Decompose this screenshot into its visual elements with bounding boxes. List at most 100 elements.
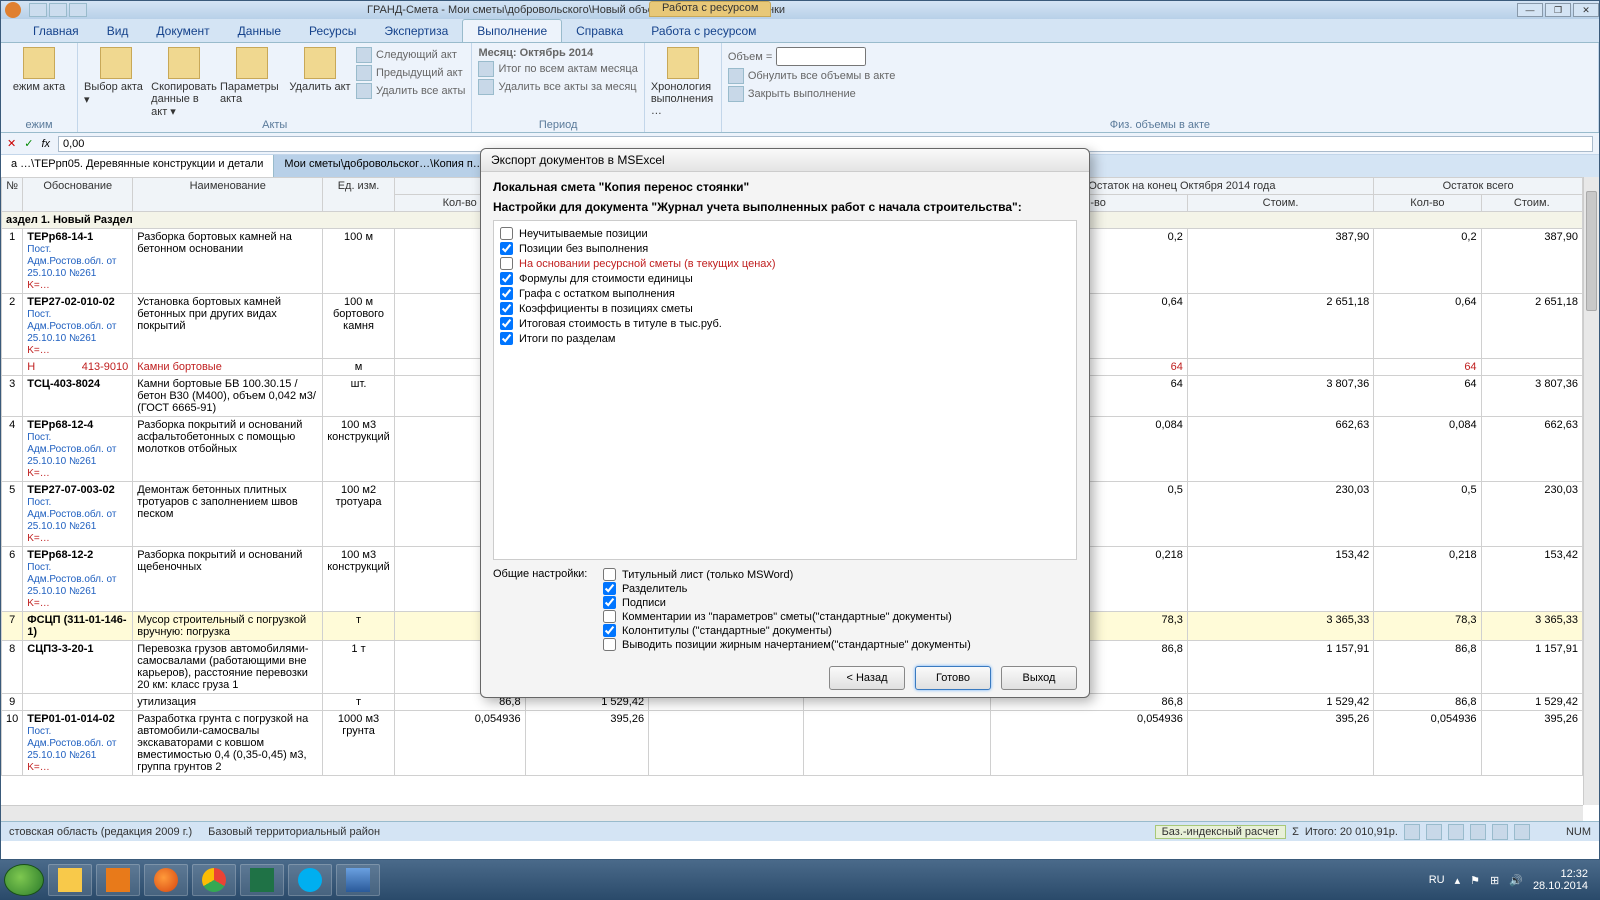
- zero-volumes-button[interactable]: Обнулить все объемы в акте: [728, 68, 896, 84]
- copy-data-button[interactable]: Скопировать данные в акт ▾: [152, 45, 216, 118]
- minimize-button[interactable]: —: [1517, 3, 1543, 17]
- prev-act-button[interactable]: Предыдущий акт: [356, 65, 465, 81]
- view-icon[interactable]: [1404, 824, 1420, 840]
- lang-indicator[interactable]: RU: [1429, 874, 1445, 886]
- option-checkbox[interactable]: Графа с остатком выполнения: [500, 287, 1070, 300]
- act-params-button[interactable]: Параметры акта: [220, 45, 284, 105]
- checkbox[interactable]: [500, 227, 513, 240]
- tray-volume-icon[interactable]: 🔊: [1509, 874, 1523, 887]
- option-checkbox[interactable]: Комментарии из "параметров" сметы("станд…: [603, 610, 971, 623]
- ribbon-tab[interactable]: Работа с ресурсом: [637, 20, 770, 42]
- delete-act-button[interactable]: Удалить акт: [288, 45, 352, 93]
- month-selector[interactable]: Месяц: Октябрь 2014: [478, 47, 637, 59]
- option-checkbox[interactable]: На основании ресурсной сметы (в текущих …: [500, 257, 1070, 270]
- tray-arrow-icon[interactable]: ▴: [1455, 874, 1461, 887]
- skype-icon: [298, 868, 322, 892]
- close-execution-button[interactable]: Закрыть выполнение: [728, 86, 896, 102]
- quick-access-toolbar: [29, 3, 87, 17]
- checkbox[interactable]: [500, 257, 513, 270]
- option-checkbox[interactable]: Подписи: [603, 596, 971, 609]
- doc-tab-2[interactable]: Мои сметы\добровольског…\Копия п…: [274, 155, 494, 177]
- view-icon[interactable]: [1470, 824, 1486, 840]
- table-row[interactable]: 10ТЕР01-01-014-02Пост. Адм.Ростов.обл. о…: [2, 711, 1583, 776]
- horizontal-scrollbar[interactable]: [1, 805, 1583, 821]
- qat-redo-icon[interactable]: [69, 3, 87, 17]
- ribbon-tab[interactable]: Ресурсы: [295, 20, 370, 42]
- checkbox[interactable]: [500, 242, 513, 255]
- group-label: ежим: [7, 119, 71, 132]
- doc-tab-1[interactable]: а …\ТЕРрп05. Деревянные конструкции и де…: [1, 155, 274, 177]
- option-checkbox[interactable]: Выводить позиции жирным начертанием("ста…: [603, 638, 971, 651]
- statusbar: стовская область (редакция 2009 г.) Базо…: [1, 821, 1599, 841]
- checkbox[interactable]: [500, 287, 513, 300]
- delete-all-acts-button[interactable]: Удалить все акты: [356, 83, 465, 99]
- option-checkbox[interactable]: Формулы для стоимости единицы: [500, 272, 1070, 285]
- mode-button[interactable]: ежим акта: [7, 45, 71, 93]
- cancel-icon[interactable]: ✕: [7, 137, 16, 150]
- checkbox[interactable]: [603, 568, 616, 581]
- status-district: Базовый территориальный район: [200, 826, 388, 838]
- checkbox[interactable]: [603, 582, 616, 595]
- qat-undo-icon[interactable]: [49, 3, 67, 17]
- option-checkbox[interactable]: Титульный лист (только MSWord): [603, 568, 971, 581]
- view-icon[interactable]: [1514, 824, 1530, 840]
- option-checkbox[interactable]: Колонтитулы ("стандартные" документы): [603, 624, 971, 637]
- accept-icon[interactable]: ✓: [24, 137, 33, 150]
- context-tab[interactable]: Работа с ресурсом: [649, 1, 771, 17]
- option-checkbox[interactable]: Итоговая стоимость в титуле в тыс.руб.: [500, 317, 1070, 330]
- ribbon-tab[interactable]: Документ: [142, 20, 223, 42]
- checkbox[interactable]: [500, 332, 513, 345]
- ribbon-tab[interactable]: Экспертиза: [370, 20, 462, 42]
- ribbon-tab[interactable]: Данные: [224, 20, 295, 42]
- option-checkbox[interactable]: Позиции без выполнения: [500, 242, 1070, 255]
- checkbox[interactable]: [603, 638, 616, 651]
- option-checkbox[interactable]: Разделитель: [603, 582, 971, 595]
- checkbox[interactable]: [603, 596, 616, 609]
- volume-field[interactable]: Объем =: [728, 47, 896, 66]
- delete-month-acts-button[interactable]: Удалить все акты за месяц: [478, 79, 637, 95]
- start-button[interactable]: [4, 864, 44, 896]
- clock[interactable]: 12:3228.10.2014: [1533, 868, 1588, 892]
- view-icon[interactable]: [1492, 824, 1508, 840]
- chronology-button[interactable]: Хронология выполнения …: [651, 45, 715, 117]
- checkbox[interactable]: [603, 624, 616, 637]
- tray-flag-icon[interactable]: ⚑: [1470, 874, 1480, 887]
- select-act-button[interactable]: Выбор акта ▾: [84, 45, 148, 106]
- ribbon-tab[interactable]: Вид: [93, 20, 143, 42]
- view-icon[interactable]: [1448, 824, 1464, 840]
- close-button[interactable]: ✕: [1573, 3, 1599, 17]
- option-checkbox[interactable]: Коэффициенты в позициях сметы: [500, 302, 1070, 315]
- taskbar-skype[interactable]: [288, 864, 332, 896]
- view-icon[interactable]: [1426, 824, 1442, 840]
- ribbon-tab[interactable]: Справка: [562, 20, 637, 42]
- checkbox[interactable]: [500, 302, 513, 315]
- checkbox[interactable]: [500, 317, 513, 330]
- dialog-options: Неучитываемые позиции Позиции без выполне…: [493, 220, 1077, 560]
- taskbar-app[interactable]: [336, 864, 380, 896]
- taskbar-firefox[interactable]: [144, 864, 188, 896]
- volume-input[interactable]: [776, 47, 866, 66]
- month-total-button[interactable]: Итог по всем актам месяца: [478, 61, 637, 77]
- taskbar-mediaplayer[interactable]: [96, 864, 140, 896]
- tray-network-icon[interactable]: ⊞: [1490, 874, 1499, 887]
- exit-button[interactable]: Выход: [1001, 666, 1077, 690]
- option-checkbox[interactable]: Итоги по разделам: [500, 332, 1070, 345]
- calc-mode[interactable]: Баз.-индексный расчет: [1155, 825, 1286, 839]
- scroll-thumb[interactable]: [1586, 191, 1597, 311]
- option-checkbox[interactable]: Неучитываемые позиции: [500, 227, 1070, 240]
- back-button[interactable]: < Назад: [829, 666, 905, 690]
- checkbox[interactable]: [500, 272, 513, 285]
- checkbox[interactable]: [603, 610, 616, 623]
- finish-button[interactable]: Готово: [915, 666, 991, 690]
- next-act-button[interactable]: Следующий акт: [356, 47, 465, 63]
- vertical-scrollbar[interactable]: [1583, 177, 1599, 805]
- taskbar-explorer[interactable]: [48, 864, 92, 896]
- taskbar-excel[interactable]: [240, 864, 284, 896]
- ribbon-tab[interactable]: Выполнение: [462, 19, 562, 42]
- ribbon-tab[interactable]: Главная: [19, 20, 93, 42]
- group-label: Физ. объемы в акте: [728, 119, 1592, 132]
- maximize-button[interactable]: ❐: [1545, 3, 1571, 17]
- taskbar-chrome[interactable]: [192, 864, 236, 896]
- arrow-left-icon: [356, 65, 372, 81]
- qat-save-icon[interactable]: [29, 3, 47, 17]
